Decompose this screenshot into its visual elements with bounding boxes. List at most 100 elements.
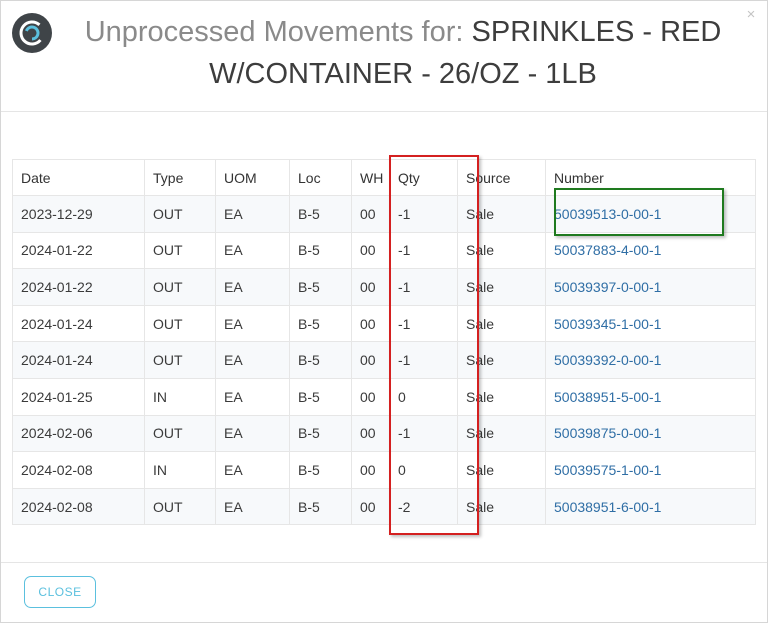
cell-wh: 00	[351, 487, 390, 526]
cell-wh: 00	[351, 304, 390, 343]
cell-date: 2023-12-29	[12, 195, 145, 233]
column-header-wh: WH	[351, 159, 390, 196]
cell-date: 2024-01-25	[12, 377, 145, 416]
cell-number: 50039397-0-00-1	[545, 268, 756, 306]
column-header-number: Number	[545, 159, 756, 196]
column-header-source: Source	[457, 159, 546, 196]
column-header-type: Type	[144, 159, 216, 196]
movement-number-link[interactable]: 50039397-0-00-1	[554, 279, 661, 295]
cell-type: OUT	[144, 341, 216, 379]
cell-type: IN	[144, 451, 216, 489]
cell-type: IN	[144, 377, 216, 416]
movements-modal: Unprocessed Movements for: SPRINKLES - R…	[0, 0, 768, 623]
cell-source: Sale	[457, 341, 546, 379]
title-prefix: Unprocessed Movements for:	[84, 16, 472, 48]
cell-type: OUT	[144, 195, 216, 233]
cell-uom: EA	[215, 414, 290, 453]
cell-type: OUT	[144, 231, 216, 270]
cell-uom: EA	[215, 195, 290, 233]
cell-uom: EA	[215, 268, 290, 306]
movement-number-link[interactable]: 50039575-1-00-1	[554, 462, 661, 478]
cell-date: 2024-01-22	[12, 268, 145, 306]
movements-table: Date Type UOM Loc WH Qty Source Number 2023-12-…	[12, 159, 756, 526]
close-icon[interactable]: ×	[744, 7, 758, 23]
cell-type: OUT	[144, 487, 216, 526]
cell-qty: -1	[389, 341, 458, 379]
cell-wh: 00	[351, 341, 390, 379]
table-header-row: Date Type UOM Loc WH Qty Source Number	[12, 159, 756, 196]
column-header-qty: Qty	[389, 159, 458, 196]
cell-date: 2024-02-08	[12, 451, 145, 489]
table-row: 2024-01-22 OUT EA B-5 00 -1 Sale 50039397-0-00-…	[12, 268, 756, 306]
cell-wh: 00	[351, 414, 390, 453]
cell-loc: B-5	[289, 231, 352, 270]
modal-title: Unprocessed Movements for: SPRINKLES - R…	[63, 11, 743, 95]
cell-number: 50039875-0-00-1	[545, 414, 756, 453]
column-header-uom: UOM	[215, 159, 290, 196]
cell-loc: B-5	[289, 341, 352, 379]
table-row: 2024-01-22 OUT EA B-5 00 -1 Sale 50037883-4-00-…	[12, 231, 756, 270]
table-row: 2024-01-24 OUT EA B-5 00 -1 Sale 50039345-1-00-…	[12, 304, 756, 343]
modal-header: Unprocessed Movements for: SPRINKLES - R…	[1, 1, 767, 112]
table-row: 2024-02-06 OUT EA B-5 00 -1 Sale 50039875-0-00-…	[12, 414, 756, 453]
cell-wh: 00	[351, 451, 390, 489]
cell-qty: -1	[389, 231, 458, 270]
cell-source: Sale	[457, 268, 546, 306]
cell-type: OUT	[144, 268, 216, 306]
cell-uom: EA	[215, 341, 290, 379]
cell-type: OUT	[144, 414, 216, 453]
cell-loc: B-5	[289, 377, 352, 416]
table-row: 2024-02-08 OUT EA B-5 00 -2 Sale 50038951-6-00-…	[12, 487, 756, 526]
movement-number-link[interactable]: 50037883-4-00-1	[554, 242, 661, 258]
cell-source: Sale	[457, 231, 546, 270]
movement-number-link[interactable]: 50039345-1-00-1	[554, 316, 661, 332]
cell-source: Sale	[457, 451, 546, 489]
table-row: 2023-12-29 OUT EA B-5 00 -1 Sale 50039513-0-00-…	[12, 195, 756, 233]
column-header-date: Date	[12, 159, 145, 196]
cell-loc: B-5	[289, 487, 352, 526]
column-header-loc: Loc	[289, 159, 352, 196]
close-button[interactable]: CLOSE	[24, 576, 96, 608]
movement-number-link[interactable]: 50039392-0-00-1	[554, 352, 661, 368]
cell-number: 50039575-1-00-1	[545, 451, 756, 489]
cell-qty: 0	[389, 451, 458, 489]
cell-loc: B-5	[289, 451, 352, 489]
cell-date: 2024-01-22	[12, 231, 145, 270]
cell-source: Sale	[457, 487, 546, 526]
cell-qty: -1	[389, 195, 458, 233]
cell-uom: EA	[215, 487, 290, 526]
cell-source: Sale	[457, 304, 546, 343]
movement-number-link[interactable]: 50038951-5-00-1	[554, 389, 661, 405]
cell-number: 50039513-0-00-1	[545, 195, 756, 233]
cell-wh: 00	[351, 268, 390, 306]
cell-date: 2024-01-24	[12, 304, 145, 343]
movement-number-link[interactable]: 50038951-6-00-1	[554, 499, 661, 515]
cell-wh: 00	[351, 377, 390, 416]
table-body: 2023-12-29 OUT EA B-5 00 -1 Sale 50039513-0-00-…	[12, 195, 756, 526]
cell-source: Sale	[457, 377, 546, 416]
cell-number: 50039392-0-00-1	[545, 341, 756, 379]
movement-number-link[interactable]: 50039513-0-00-1	[554, 206, 661, 222]
cell-source: Sale	[457, 414, 546, 453]
cell-source: Sale	[457, 195, 546, 233]
movement-number-link[interactable]: 50039875-0-00-1	[554, 425, 661, 441]
app-logo-icon	[12, 13, 52, 53]
modal-footer	[1, 562, 767, 623]
table-row: 2024-01-25 IN EA B-5 00 0 Sale 50038951-5-00-1	[12, 377, 756, 416]
cell-number: 50037883-4-00-1	[545, 231, 756, 270]
table-row: 2024-01-24 OUT EA B-5 00 -1 Sale 50039392-0-00-…	[12, 341, 756, 379]
table-row: 2024-02-08 IN EA B-5 00 0 Sale 50039575-1-00-1	[12, 451, 756, 489]
cell-type: OUT	[144, 304, 216, 343]
cell-uom: EA	[215, 304, 290, 343]
cell-loc: B-5	[289, 414, 352, 453]
movements-table-container: Date Type UOM Loc WH Qty Source Number 2023-12-…	[12, 159, 756, 526]
cell-qty: 0	[389, 377, 458, 416]
cell-uom: EA	[215, 377, 290, 416]
cell-qty: -1	[389, 304, 458, 343]
cell-wh: 00	[351, 231, 390, 270]
cell-uom: EA	[215, 451, 290, 489]
cell-number: 50038951-5-00-1	[545, 377, 756, 416]
cell-loc: B-5	[289, 195, 352, 233]
cell-loc: B-5	[289, 268, 352, 306]
cell-date: 2024-02-08	[12, 487, 145, 526]
